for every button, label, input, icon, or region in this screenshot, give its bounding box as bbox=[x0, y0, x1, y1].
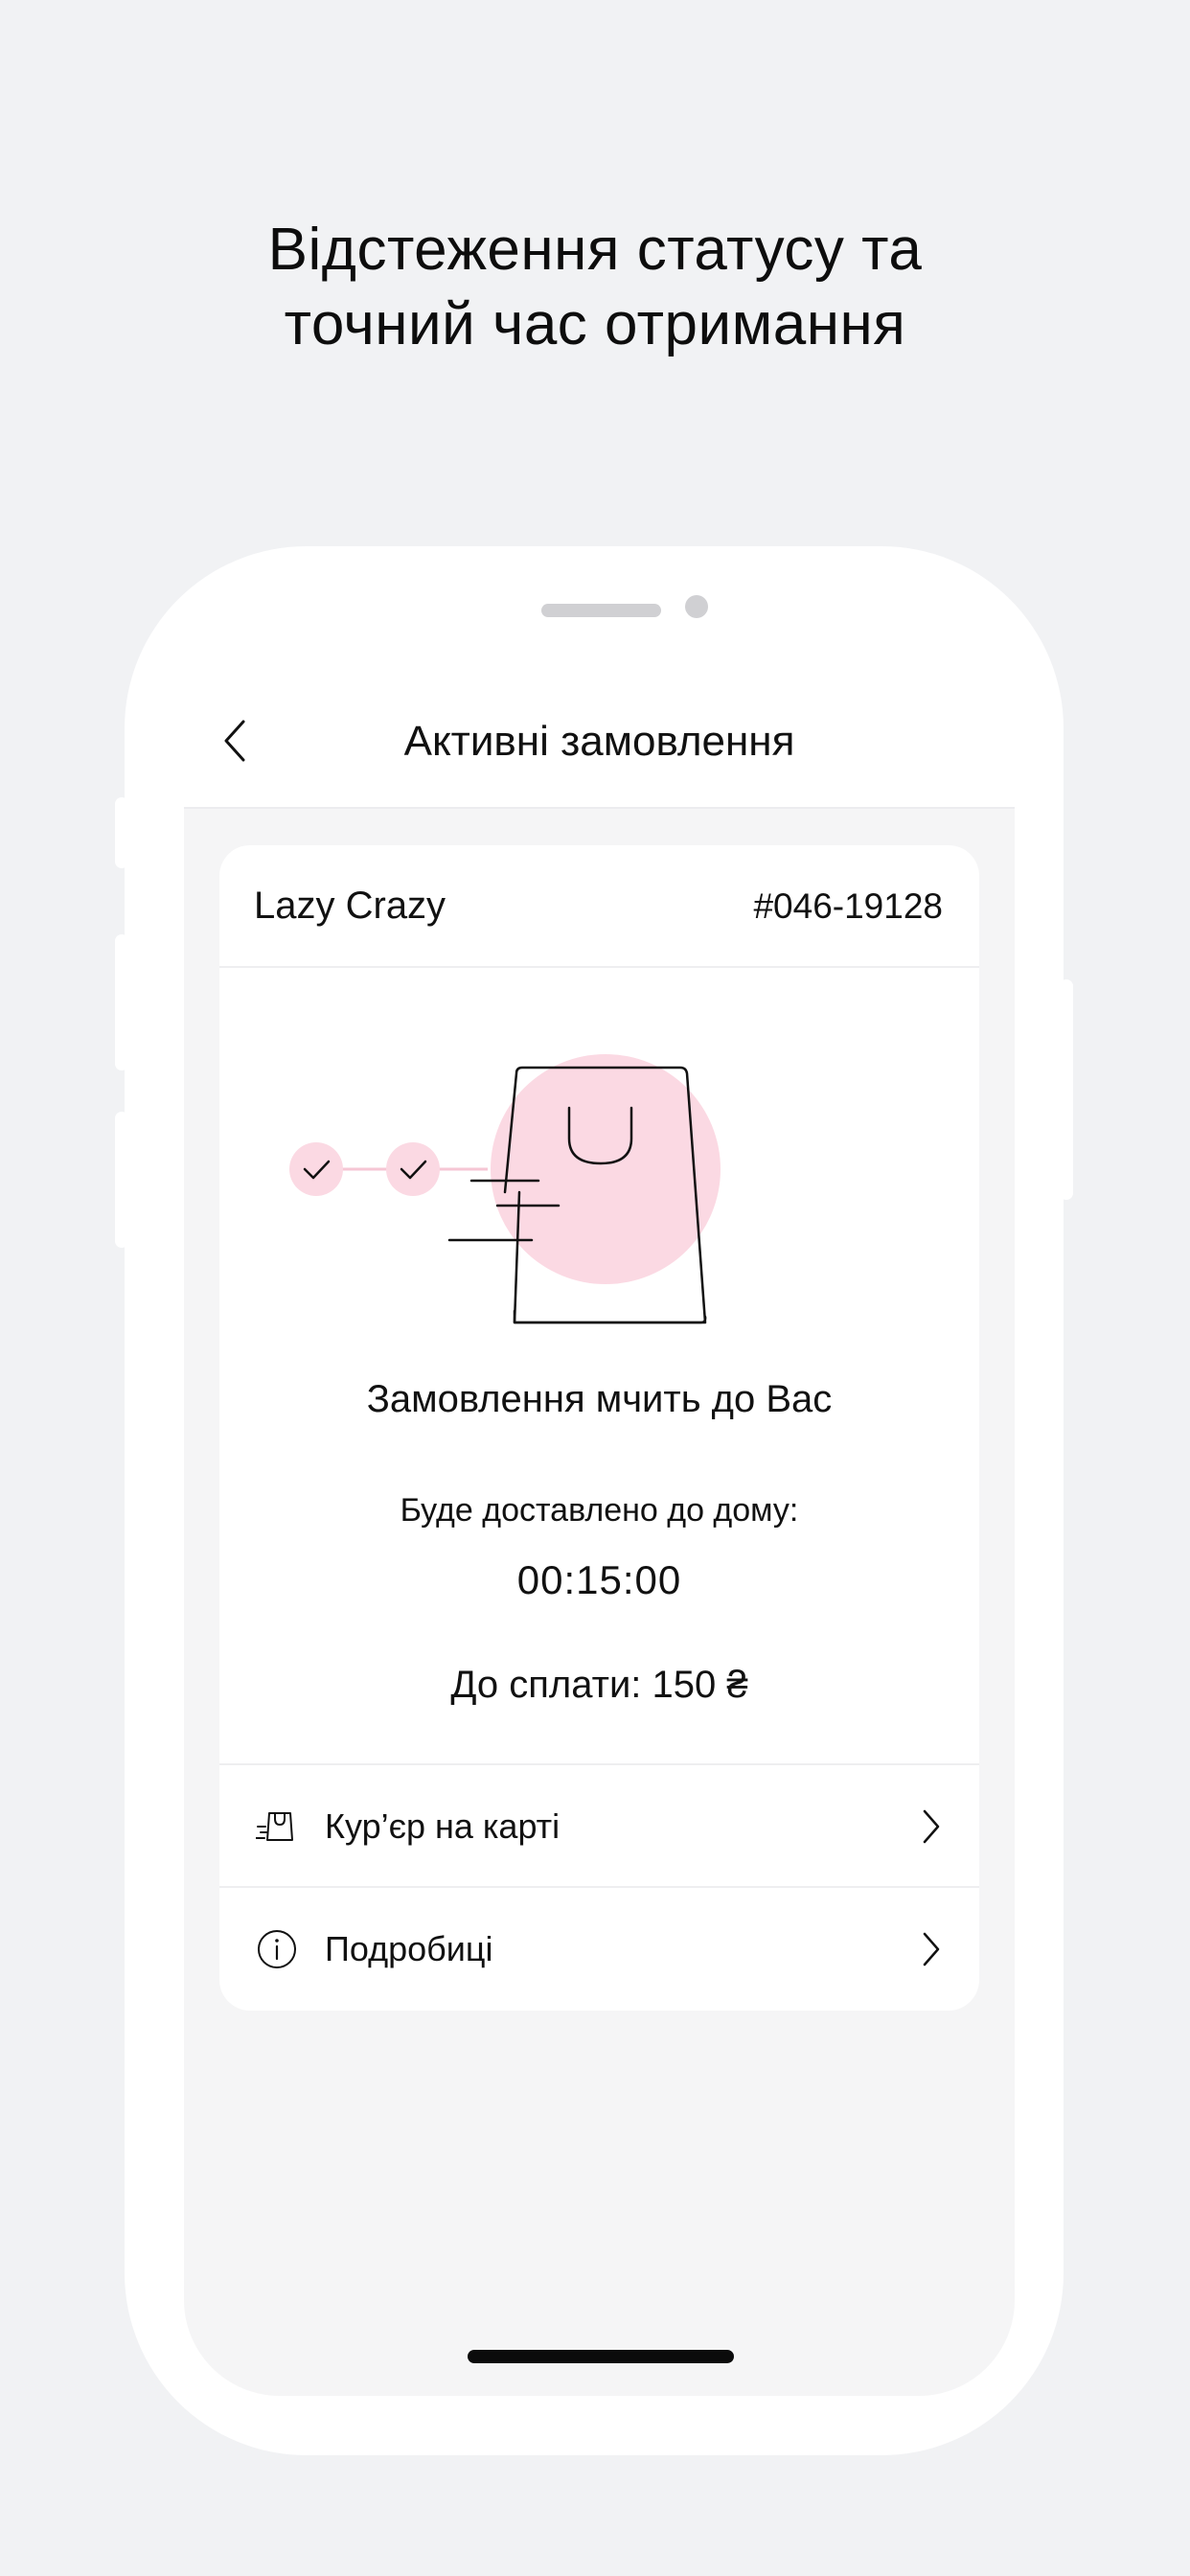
chevron-right-icon bbox=[923, 1809, 940, 1844]
payment-amount: До сплати: 150 ₴ bbox=[450, 1664, 748, 1706]
delivery-illustration bbox=[289, 1054, 721, 1324]
bag-background-circle bbox=[491, 1054, 721, 1284]
details-row[interactable]: Подробиці bbox=[219, 1886, 979, 2011]
promo-headline-line1: Відстеження статусу та bbox=[267, 217, 923, 283]
phone-side-button-mute bbox=[115, 797, 128, 868]
chevron-right-icon bbox=[923, 1932, 940, 1966]
delivery-timer: 00:15:00 bbox=[516, 1557, 682, 1602]
phone-side-button-volume-up bbox=[115, 934, 128, 1070]
page-title: Активні замовлення bbox=[403, 718, 795, 765]
courier-map-row[interactable]: Кур’єр на карті bbox=[219, 1763, 979, 1888]
promo-headline: Відстеження статусу та точний час отрима… bbox=[0, 213, 1190, 362]
courier-map-label: Кур’єр на карті bbox=[325, 1806, 561, 1846]
phone-camera bbox=[685, 595, 708, 618]
phone-speaker bbox=[541, 604, 661, 617]
phone-side-button-volume-down bbox=[115, 1112, 128, 1248]
order-card-header: Lazy Crazy #046-19128 bbox=[219, 845, 979, 968]
order-status-title: Замовлення мчить до Вас bbox=[366, 1378, 833, 1420]
content-area: Lazy Crazy #046-19128 Замовлення мчить д… bbox=[184, 809, 1015, 2396]
app-screen: Активні замовлення Lazy Crazy #046-19128 bbox=[184, 671, 1015, 2396]
progress-step-1-check-icon bbox=[289, 1142, 343, 1196]
order-number: #046-19128 bbox=[753, 886, 943, 926]
home-indicator[interactable] bbox=[468, 2350, 734, 2363]
info-icon bbox=[258, 1930, 296, 1968]
store-name: Lazy Crazy bbox=[254, 885, 446, 927]
nav-bar: Активні замовлення bbox=[184, 671, 1015, 809]
progress-step-2-check-icon bbox=[386, 1142, 440, 1196]
details-label: Подробиці bbox=[325, 1929, 493, 1968]
phone-side-button-power bbox=[1060, 979, 1073, 1200]
delivery-label: Буде доставлено до дому: bbox=[400, 1492, 799, 1529]
promo-headline-line2: точний час отримання bbox=[284, 291, 906, 357]
order-card: Lazy Crazy #046-19128 Замовлення мчить д… bbox=[219, 845, 979, 2011]
courier-bag-icon bbox=[256, 1812, 293, 1841]
